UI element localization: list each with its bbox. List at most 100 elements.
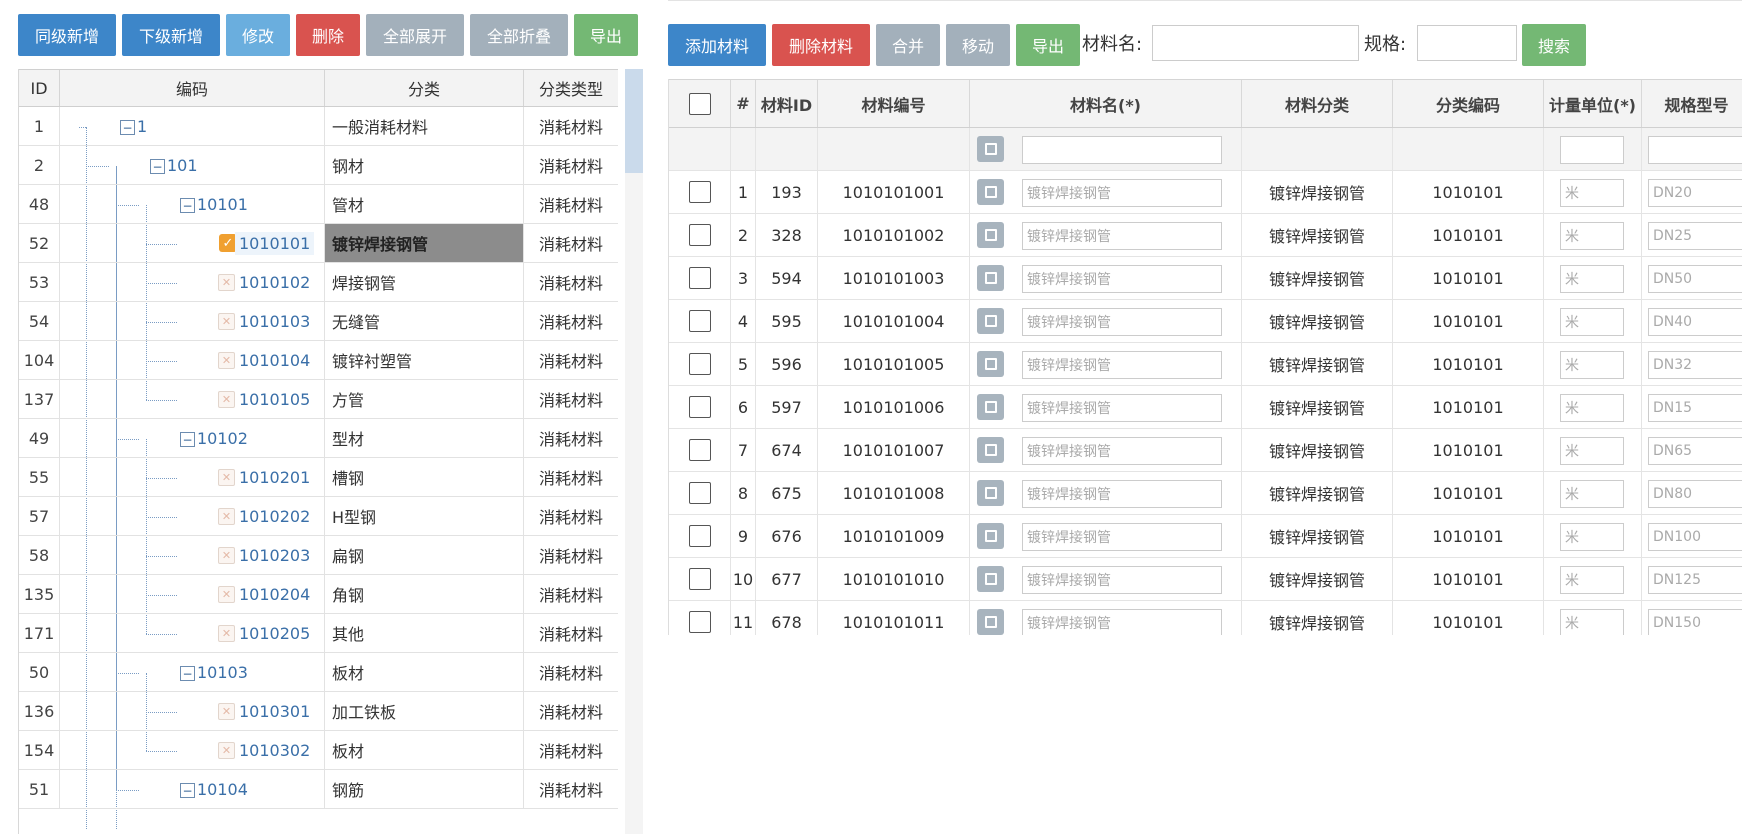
tree-node-code[interactable]: 101: [167, 156, 198, 175]
collapse-icon[interactable]: −: [180, 432, 195, 447]
collapse-icon[interactable]: −: [180, 198, 195, 213]
tree-row[interactable]: 104 ✕ 1010104 镀锌衬塑管 消耗材料: [19, 341, 618, 380]
unit-input[interactable]: 米: [1560, 480, 1624, 508]
select-all-checkbox[interactable]: [688, 92, 711, 115]
material-name-input[interactable]: 镀锌焊接钢管: [1022, 222, 1222, 250]
tree-row[interactable]: 137 ✕ 1010105 方管 消耗材料: [19, 380, 618, 419]
tree-header-category[interactable]: 分类: [325, 70, 524, 106]
header-spec[interactable]: 规格型号: [1642, 80, 1742, 127]
save-icon[interactable]: [977, 609, 1004, 635]
unit-input[interactable]: 米: [1560, 222, 1624, 250]
material-name-input[interactable]: 镀锌焊接钢管: [1022, 566, 1222, 594]
tree-button-6[interactable]: 导出: [574, 14, 638, 56]
row-checkbox[interactable]: [688, 310, 711, 332]
tree-node-code[interactable]: 1010202: [239, 507, 310, 526]
spec-input[interactable]: DN100: [1648, 523, 1742, 551]
material-row[interactable]: 10 677 1010101010 镀锌焊接钢管 镀锌焊接钢管 1010101 米 DN125: [669, 558, 1742, 601]
save-icon[interactable]: [977, 394, 1004, 420]
save-icon[interactable]: [977, 265, 1004, 291]
collapse-icon[interactable]: −: [120, 120, 135, 135]
tree-node-code[interactable]: 1010301: [239, 702, 310, 721]
material-name-input[interactable]: 镀锌焊接钢管: [1022, 437, 1222, 465]
tree-node-code[interactable]: 1010102: [239, 273, 310, 292]
spec-input[interactable]: DN65: [1648, 437, 1742, 465]
header-material-category[interactable]: 材料分类: [1242, 80, 1393, 127]
material-name-input[interactable]: 镀锌焊接钢管: [1022, 351, 1222, 379]
unit-input[interactable]: 米: [1560, 308, 1624, 336]
tree-node-code[interactable]: 1010205: [239, 624, 310, 643]
filter-spec-input[interactable]: [1648, 136, 1742, 164]
filter-name-input[interactable]: [1022, 136, 1222, 164]
row-checkbox[interactable]: [688, 224, 711, 246]
material-row[interactable]: 4 595 1010101004 镀锌焊接钢管 镀锌焊接钢管 1010101 米 DN40: [669, 300, 1742, 343]
tree-node-code[interactable]: 1010201: [239, 468, 310, 487]
material-row[interactable]: 7 674 1010101007 镀锌焊接钢管 镀锌焊接钢管 1010101 米 DN65: [669, 429, 1742, 472]
unit-input[interactable]: 米: [1560, 609, 1624, 635]
materials-button-4[interactable]: 导出: [1016, 24, 1080, 66]
tree-header-type[interactable]: 分类类型: [524, 70, 618, 106]
tree-row[interactable]: 52 ✓ 1010101 镀锌焊接钢管 消耗材料: [19, 224, 618, 263]
unit-input[interactable]: 米: [1560, 437, 1624, 465]
tree-node-code[interactable]: 1010105: [239, 390, 310, 409]
save-icon[interactable]: [977, 523, 1004, 549]
material-name-input[interactable]: [1152, 25, 1359, 61]
collapse-icon[interactable]: −: [180, 783, 195, 798]
header-row-number[interactable]: #: [731, 80, 756, 127]
collapse-icon[interactable]: −: [150, 159, 165, 174]
unit-input[interactable]: 米: [1560, 265, 1624, 293]
tree-row[interactable]: 171 ✕ 1010205 其他 消耗材料: [19, 614, 618, 653]
tree-node-code[interactable]: 1010103: [239, 312, 310, 331]
tree-node-code[interactable]: 1010302: [239, 741, 310, 760]
tree-node-code[interactable]: 10101: [197, 195, 248, 214]
tree-row[interactable]: 54 ✕ 1010103 无缝管 消耗材料: [19, 302, 618, 341]
tree-row[interactable]: 2−101 钢材 消耗材料: [19, 146, 618, 185]
tree-node-code[interactable]: 1010203: [239, 546, 310, 565]
tree-row[interactable]: 50−10103 板材 消耗材料: [19, 653, 618, 692]
search-button[interactable]: 搜索: [1522, 24, 1586, 66]
spec-input[interactable]: DN25: [1648, 222, 1742, 250]
row-checkbox[interactable]: [688, 439, 711, 461]
tree-node-code[interactable]: 1010101: [235, 231, 315, 255]
header-category-code[interactable]: 分类编码: [1393, 80, 1544, 127]
save-icon[interactable]: [977, 566, 1004, 592]
save-icon[interactable]: [977, 136, 1004, 162]
collapse-icon[interactable]: −: [180, 666, 195, 681]
materials-button-0[interactable]: 添加材料: [668, 24, 766, 66]
unit-input[interactable]: 米: [1560, 394, 1624, 422]
tree-node-code[interactable]: 10102: [197, 429, 248, 448]
tree-node-code[interactable]: 1010204: [239, 585, 310, 604]
filter-unit-input[interactable]: [1560, 136, 1624, 164]
unit-input[interactable]: 米: [1560, 351, 1624, 379]
row-checkbox[interactable]: [688, 611, 711, 633]
tree-header-id[interactable]: ID: [19, 70, 60, 106]
material-row[interactable]: 2 328 1010101002 镀锌焊接钢管 镀锌焊接钢管 1010101 米 DN25: [669, 214, 1742, 257]
tree-node-code[interactable]: 1010104: [239, 351, 310, 370]
spec-input[interactable]: DN80: [1648, 480, 1742, 508]
tree-row[interactable]: 135 ✕ 1010204 角钢 消耗材料: [19, 575, 618, 614]
material-name-input[interactable]: 镀锌焊接钢管: [1022, 609, 1222, 635]
material-row[interactable]: 6 597 1010101006 镀锌焊接钢管 镀锌焊接钢管 1010101 米 DN15: [669, 386, 1742, 429]
header-unit[interactable]: 计量单位(*): [1544, 80, 1642, 127]
header-material-id[interactable]: 材料ID: [756, 80, 818, 127]
row-checkbox[interactable]: [688, 181, 711, 203]
material-row[interactable]: 1 193 1010101001 镀锌焊接钢管 镀锌焊接钢管 1010101 米 DN20: [669, 171, 1742, 214]
tree-button-2[interactable]: 修改: [226, 14, 290, 56]
material-name-input[interactable]: 镀锌焊接钢管: [1022, 480, 1222, 508]
tree-scrollbar[interactable]: [625, 69, 643, 834]
unit-input[interactable]: 米: [1560, 179, 1624, 207]
row-checkbox[interactable]: [688, 396, 711, 418]
spec-input[interactable]: DN150: [1648, 609, 1742, 635]
scrollbar-thumb[interactable]: [625, 69, 643, 173]
header-material-name[interactable]: 材料名(*): [970, 80, 1242, 127]
materials-button-3[interactable]: 移动: [946, 24, 1010, 66]
spec-input[interactable]: DN32: [1648, 351, 1742, 379]
tree-row[interactable]: 57 ✕ 1010202 H型钢 消耗材料: [19, 497, 618, 536]
tree-row[interactable]: 55 ✕ 1010201 槽钢 消耗材料: [19, 458, 618, 497]
save-icon[interactable]: [977, 222, 1004, 248]
save-icon[interactable]: [977, 480, 1004, 506]
save-icon[interactable]: [977, 437, 1004, 463]
save-icon[interactable]: [977, 308, 1004, 334]
tree-header-code[interactable]: 编码: [60, 70, 325, 106]
tree-row[interactable]: 48−10101 管材 消耗材料: [19, 185, 618, 224]
spec-input[interactable]: DN125: [1648, 566, 1742, 594]
